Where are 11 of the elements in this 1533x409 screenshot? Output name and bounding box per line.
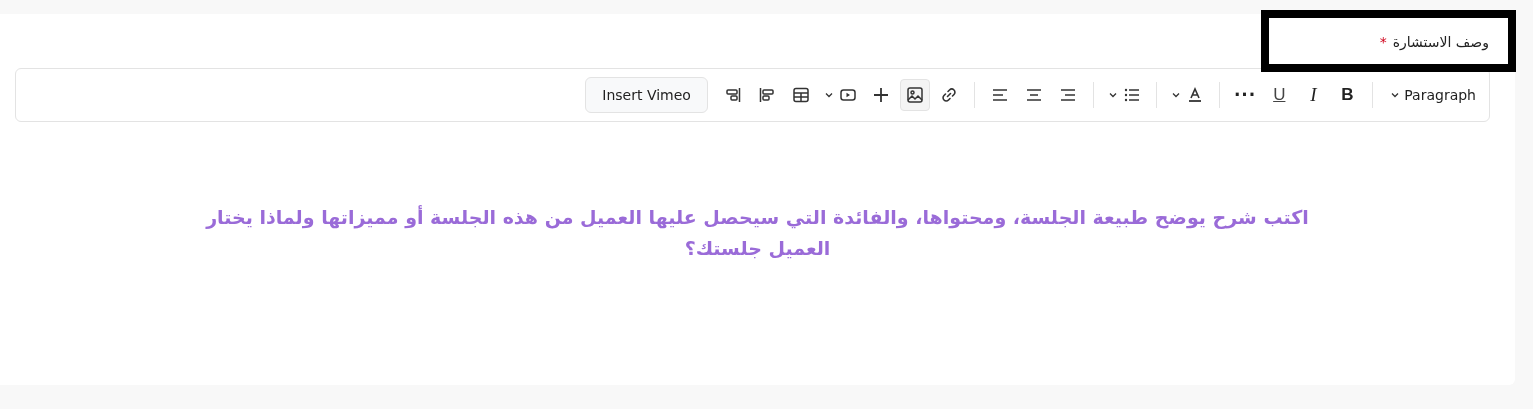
table-icon bbox=[790, 85, 811, 105]
more-button[interactable]: ··· bbox=[1229, 79, 1261, 111]
editor-placeholder[interactable]: اكتب شرح يوضح طبيعة الجلسة، ومحتواها، والفائدة التي سيحصل عليها العميل من هذه الجلسة أو مميزاتها ولماذا يختار العميل جلستك؟ bbox=[182, 202, 1333, 264]
insert-vimeo-button[interactable]: Insert Vimeo bbox=[585, 77, 708, 113]
underline-button[interactable]: U bbox=[1264, 79, 1295, 111]
paragraph-dropdown[interactable]: Paragraph bbox=[1383, 79, 1481, 111]
italic-button[interactable]: I bbox=[1298, 79, 1329, 111]
image-icon bbox=[904, 85, 925, 105]
image-button[interactable] bbox=[899, 79, 930, 111]
field-label: وصف الاستشارة * bbox=[1379, 34, 1489, 53]
bold-button[interactable]: B bbox=[1332, 79, 1363, 111]
